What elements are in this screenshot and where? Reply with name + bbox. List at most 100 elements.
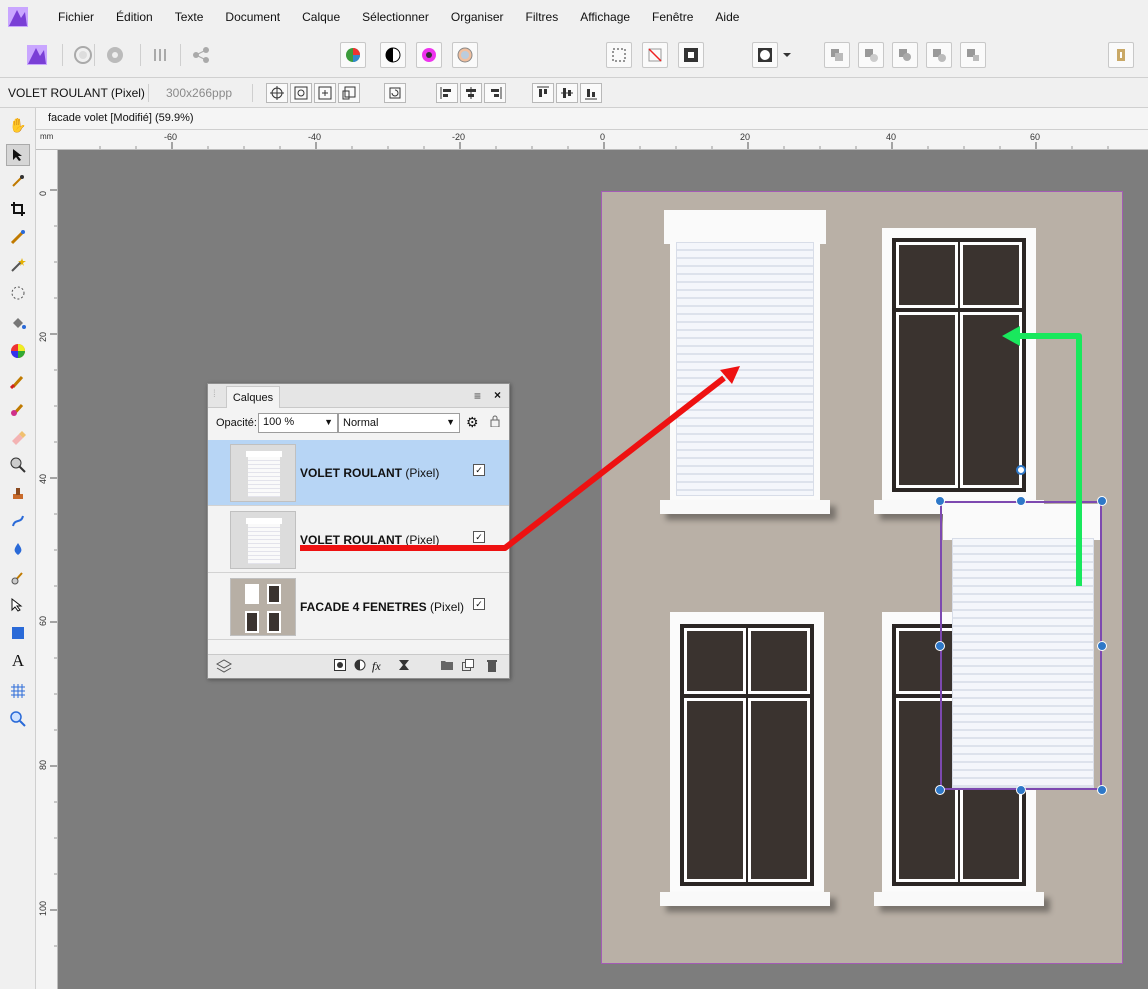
text-tool-icon[interactable]: A bbox=[6, 650, 30, 672]
menu-texte[interactable]: Texte bbox=[175, 10, 204, 24]
color-picker-tool-icon[interactable] bbox=[6, 170, 30, 192]
layer-row[interactable]: FACADE 4 FENETRES (Pixel) ✓ bbox=[208, 574, 509, 640]
flood-select-tool-icon[interactable] bbox=[6, 254, 30, 276]
node-tool-icon[interactable] bbox=[6, 594, 30, 616]
rotate-icon[interactable] bbox=[384, 83, 406, 103]
marquee-selection-icon[interactable] bbox=[606, 42, 632, 68]
menu-fenetre[interactable]: Fenêtre bbox=[652, 10, 693, 24]
document-tab[interactable]: facade volet [Modifié] (59.9%) bbox=[36, 108, 1148, 130]
trash-icon[interactable] bbox=[486, 659, 498, 675]
live-filter-icon[interactable] bbox=[398, 659, 410, 674]
tone-mapping-persona-icon[interactable] bbox=[148, 42, 174, 68]
menu-filtres[interactable]: Filtres bbox=[526, 10, 559, 24]
auto-contrast-icon[interactable] bbox=[380, 42, 406, 68]
align-left-icon[interactable] bbox=[436, 83, 458, 103]
menu-fichier[interactable]: Fichier bbox=[58, 10, 94, 24]
gradient-tool-icon[interactable] bbox=[6, 340, 30, 362]
clone-tool-icon[interactable] bbox=[6, 482, 30, 504]
menu-aide[interactable]: Aide bbox=[715, 10, 739, 24]
resize-handle-bottom[interactable] bbox=[1016, 785, 1026, 795]
layer-name: FACADE 4 FENETRES (Pixel) bbox=[300, 600, 465, 614]
affinity-photo-logo[interactable] bbox=[0, 0, 36, 34]
align-center-icon[interactable] bbox=[460, 83, 482, 103]
invert-selection-icon[interactable] bbox=[678, 42, 704, 68]
mesh-warp-tool-icon[interactable] bbox=[6, 680, 30, 702]
resize-handle-left[interactable] bbox=[935, 641, 945, 651]
healing-brush-tool-icon[interactable] bbox=[6, 510, 30, 532]
resize-handle-top-left[interactable] bbox=[935, 496, 945, 506]
marquee-tool-icon[interactable] bbox=[6, 282, 30, 304]
boolean-subtract-icon[interactable] bbox=[858, 42, 884, 68]
rectangle-tool-icon[interactable] bbox=[6, 622, 30, 644]
boolean-divide-icon[interactable] bbox=[960, 42, 986, 68]
boolean-add-icon[interactable] bbox=[824, 42, 850, 68]
dodge-tool-icon[interactable] bbox=[6, 454, 30, 476]
duplicate-layer-icon[interactable] bbox=[462, 659, 474, 674]
effects-icon[interactable]: fx bbox=[372, 659, 381, 674]
move-tool-icon[interactable] bbox=[6, 144, 30, 166]
lock-icon[interactable] bbox=[490, 415, 500, 430]
liquify-persona-icon[interactable] bbox=[70, 42, 96, 68]
layers-panel-header[interactable]: ⁞ Calques ≡ × bbox=[208, 384, 509, 408]
chevron-down-icon[interactable] bbox=[780, 42, 794, 68]
color-replace-brush-icon[interactable] bbox=[6, 398, 30, 420]
align-top-icon[interactable] bbox=[532, 83, 554, 103]
photo-persona-icon[interactable] bbox=[24, 42, 50, 68]
add-mask-icon[interactable] bbox=[334, 659, 346, 674]
resize-handle-bottom-left[interactable] bbox=[935, 785, 945, 795]
selection-bounding-box[interactable] bbox=[940, 501, 1102, 790]
boolean-xor-icon[interactable] bbox=[926, 42, 952, 68]
selection-brush-tool-icon[interactable] bbox=[6, 226, 30, 248]
scale-icon[interactable] bbox=[314, 83, 336, 103]
folder-icon[interactable] bbox=[440, 659, 454, 674]
auto-colors-icon[interactable] bbox=[416, 42, 442, 68]
resize-handle-top[interactable] bbox=[1016, 496, 1026, 506]
adjustment-icon[interactable] bbox=[354, 659, 366, 674]
opacity-field[interactable]: 100 % ▼ bbox=[258, 413, 338, 433]
export-persona-icon[interactable] bbox=[188, 42, 214, 68]
menu-selectionner[interactable]: Sélectionner bbox=[362, 10, 429, 24]
layer-visibility-checkbox[interactable]: ✓ bbox=[473, 598, 485, 610]
rotate-handle[interactable] bbox=[1016, 465, 1026, 475]
deselect-icon[interactable] bbox=[642, 42, 668, 68]
menu-organiser[interactable]: Organiser bbox=[451, 10, 504, 24]
menu-edition[interactable]: Édition bbox=[116, 10, 153, 24]
develop-persona-icon[interactable] bbox=[102, 42, 128, 68]
boolean-intersect-icon[interactable] bbox=[892, 42, 918, 68]
transform-origin-icon[interactable] bbox=[266, 83, 288, 103]
fill-tool-icon[interactable] bbox=[6, 312, 30, 334]
smudge-brush-tool-icon[interactable] bbox=[6, 566, 30, 588]
layer-visibility-checkbox[interactable]: ✓ bbox=[473, 531, 485, 543]
blur-brush-tool-icon[interactable] bbox=[6, 538, 30, 560]
blend-mode-select[interactable]: Normal ▼ bbox=[338, 413, 460, 433]
auto-white-balance-icon[interactable] bbox=[452, 42, 478, 68]
drag-grip-icon[interactable]: ⁞ bbox=[213, 389, 216, 400]
mask-mode-icon[interactable] bbox=[752, 42, 778, 68]
resize-handle-right[interactable] bbox=[1097, 641, 1107, 651]
zoom-tool-icon[interactable] bbox=[6, 708, 30, 730]
hand-tool-icon[interactable]: ✋ bbox=[6, 114, 30, 136]
assistant-icon[interactable] bbox=[1108, 42, 1134, 68]
menu-calque[interactable]: Calque bbox=[302, 10, 340, 24]
resize-handle-bottom-right[interactable] bbox=[1097, 785, 1107, 795]
erase-brush-tool-icon[interactable] bbox=[6, 426, 30, 448]
move-content-icon[interactable] bbox=[338, 83, 360, 103]
align-middle-icon[interactable] bbox=[556, 83, 578, 103]
align-bottom-icon[interactable] bbox=[580, 83, 602, 103]
layer-row[interactable]: VOLET ROULANT (Pixel) ✓ bbox=[208, 440, 509, 506]
paint-brush-tool-icon[interactable] bbox=[6, 370, 30, 392]
menu-affichage[interactable]: Affichage bbox=[580, 10, 630, 24]
layers-stack-icon[interactable] bbox=[215, 659, 233, 676]
menu-document[interactable]: Document bbox=[225, 10, 280, 24]
layer-visibility-checkbox[interactable]: ✓ bbox=[473, 464, 485, 476]
layer-row[interactable]: VOLET ROULANT (Pixel) ✓ bbox=[208, 507, 509, 573]
auto-levels-icon[interactable] bbox=[340, 42, 366, 68]
tab-calques[interactable]: Calques bbox=[226, 386, 280, 408]
crop-tool-icon[interactable] bbox=[6, 198, 30, 220]
gear-icon[interactable]: ⚙ bbox=[466, 414, 479, 431]
close-icon[interactable]: × bbox=[494, 388, 501, 402]
show-selection-box-icon[interactable] bbox=[290, 83, 312, 103]
resize-handle-top-right[interactable] bbox=[1097, 496, 1107, 506]
panel-menu-icon[interactable]: ≡ bbox=[474, 389, 481, 403]
align-right-icon[interactable] bbox=[484, 83, 506, 103]
